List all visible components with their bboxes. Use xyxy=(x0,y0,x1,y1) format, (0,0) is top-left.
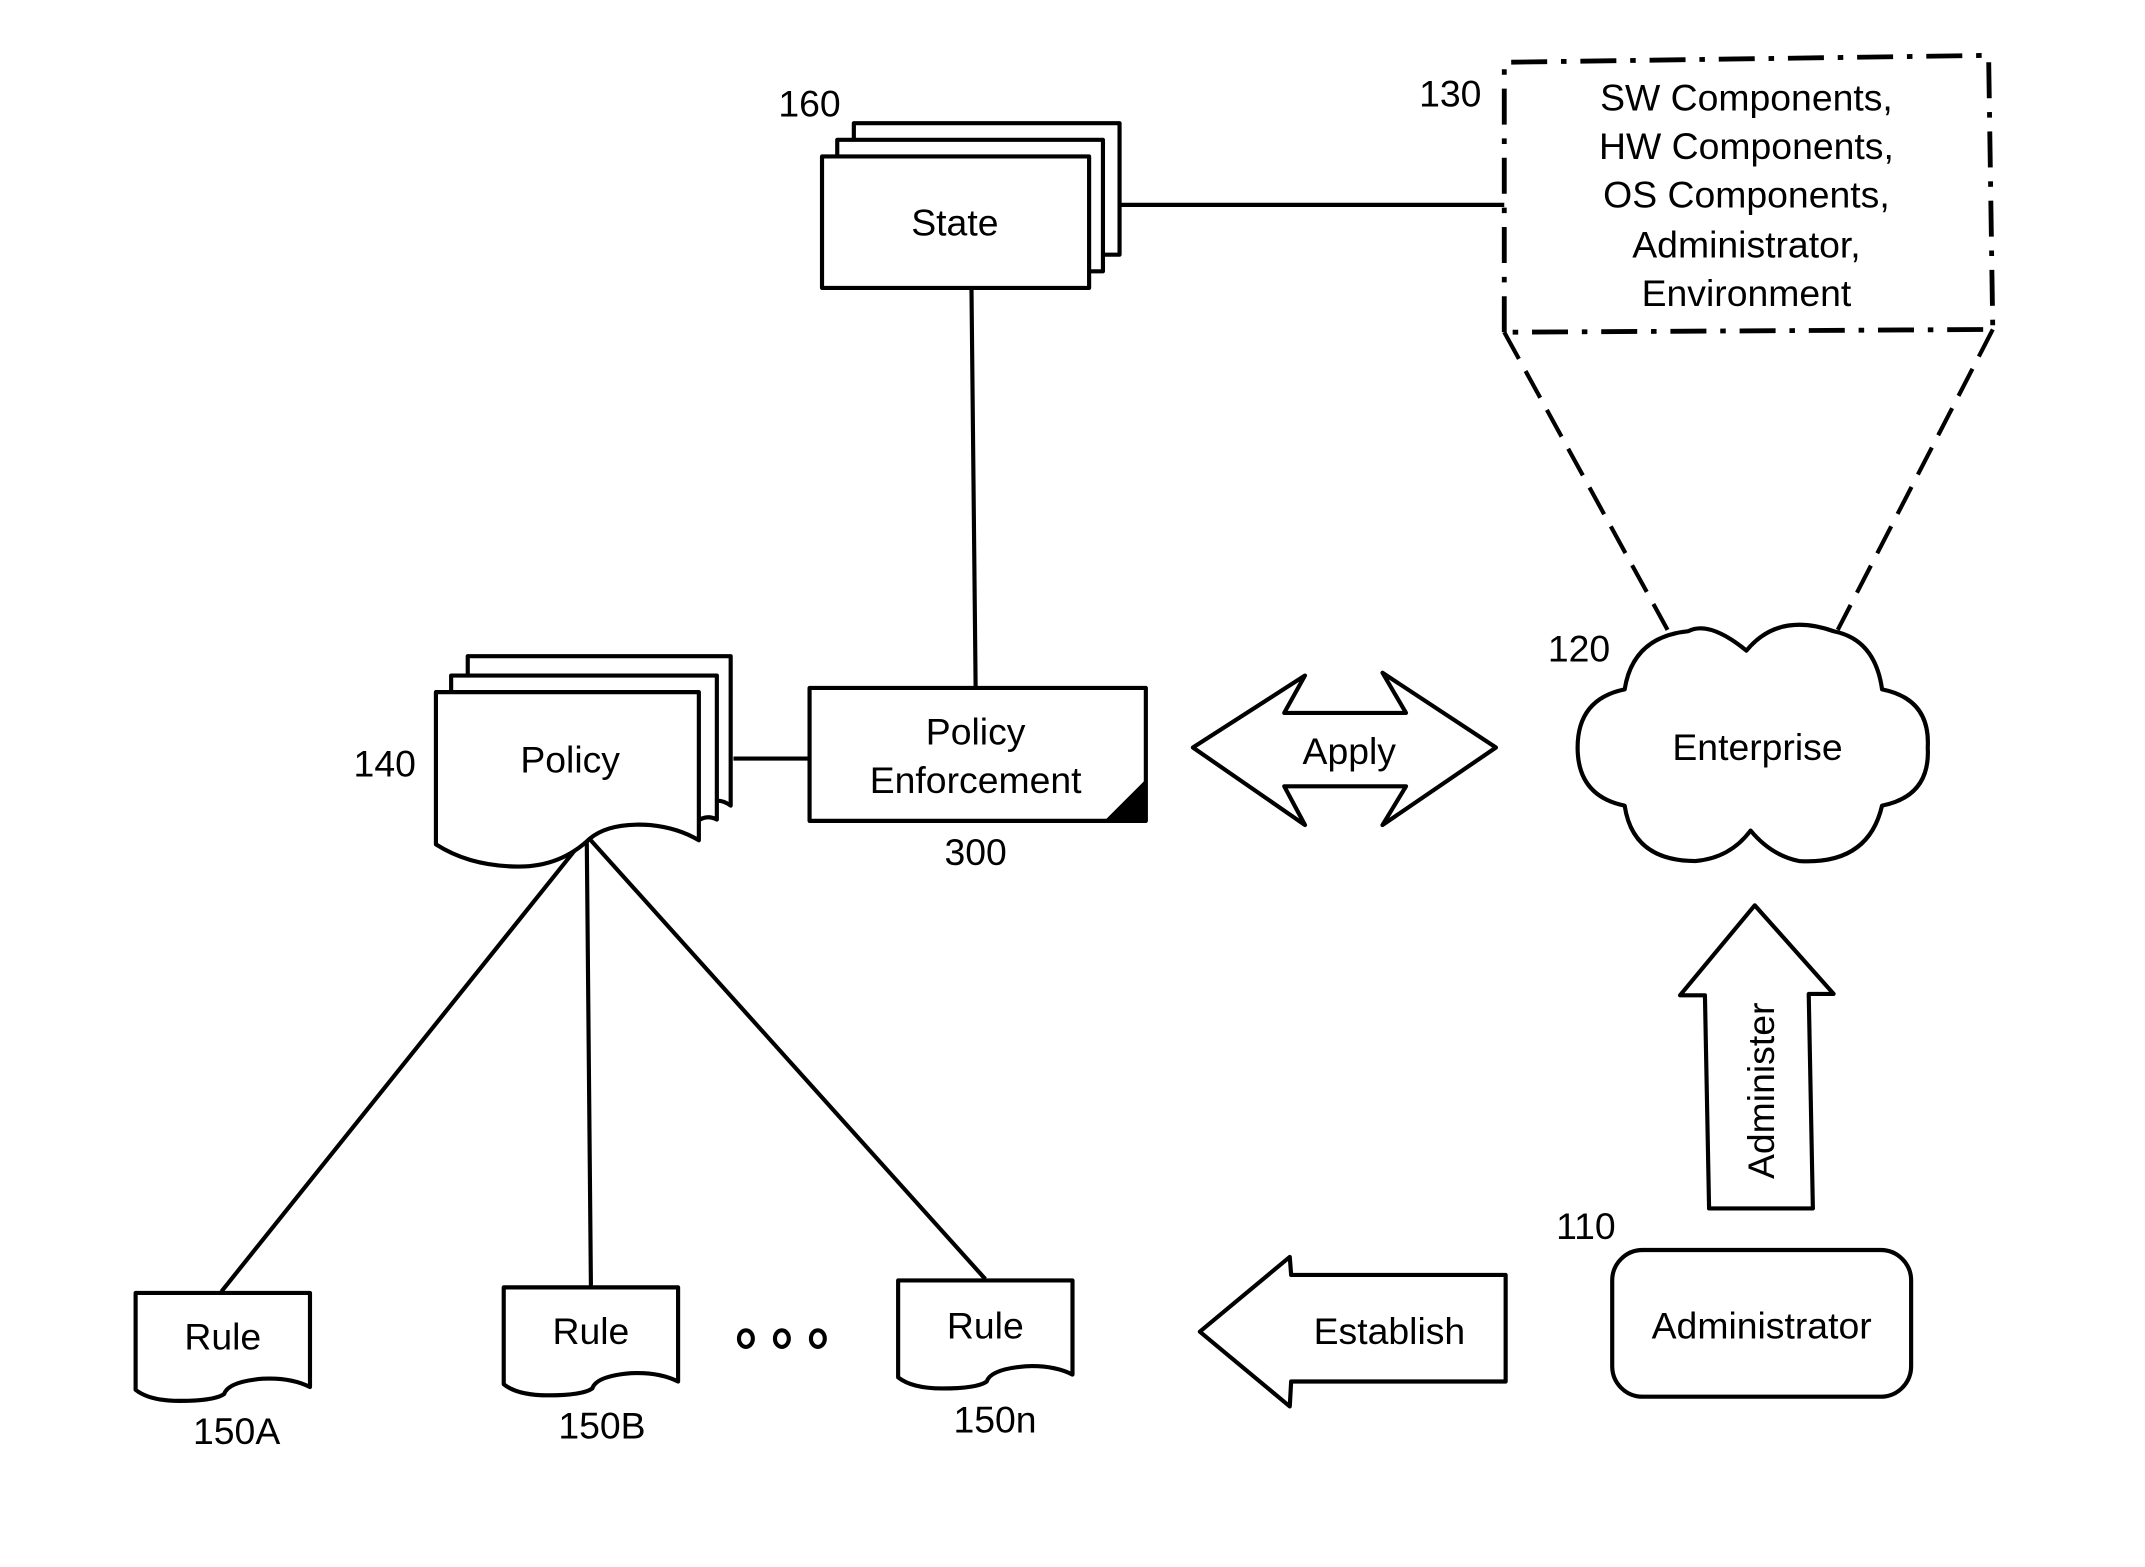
components-line-5: Environment xyxy=(1642,272,1852,314)
components-node[interactable]: SW Components, HW Components, OS Compone… xyxy=(1501,52,1996,335)
administrator-node[interactable]: Administrator xyxy=(1610,1247,1914,1399)
policy-enforcement-ref: 300 xyxy=(944,831,1006,873)
administer-arrow[interactable]: Administer xyxy=(1677,903,1836,1211)
components-line-2: HW Components, xyxy=(1599,125,1894,167)
policy-label: Policy xyxy=(520,738,620,780)
rule-150n-ref: 150n xyxy=(953,1399,1036,1441)
policy-enforcement-line-2: Enforcement xyxy=(870,759,1082,801)
rule-150a-ref: 150A xyxy=(193,1410,280,1452)
connector-components-enterprise-right xyxy=(1835,328,1995,631)
policy-enforcement-line-1: Policy xyxy=(926,711,1026,753)
administrator-label: Administrator xyxy=(1652,1305,1872,1347)
apply-arrow-label: Apply xyxy=(1303,730,1397,772)
administer-arrow-label: Administer xyxy=(1740,1003,1782,1180)
connector-policy-rule-150b xyxy=(584,838,593,1287)
state-label: State xyxy=(911,201,998,243)
rule-150n-label: Rule xyxy=(947,1305,1024,1347)
policy-node[interactable]: Policy xyxy=(433,654,733,869)
enterprise-node[interactable]: Enterprise xyxy=(1575,622,1930,864)
state-ref: 160 xyxy=(778,82,840,124)
components-line-1: SW Components, xyxy=(1600,77,1893,119)
enterprise-ref: 120 xyxy=(1548,628,1610,670)
components-line-4: Administrator, xyxy=(1632,223,1860,265)
components-line-3: OS Components, xyxy=(1603,174,1890,216)
components-ref: 130 xyxy=(1419,73,1481,115)
ellipsis-icon xyxy=(736,1328,827,1349)
policy-enforcement-node[interactable]: Policy Enforcement xyxy=(807,685,1148,823)
connector-policy-rule-150a xyxy=(219,837,586,1293)
rule-150b-ref: 150B xyxy=(558,1404,645,1446)
rule-150a-node[interactable]: Rule xyxy=(133,1290,313,1403)
establish-arrow[interactable]: Establish xyxy=(1197,1254,1508,1409)
apply-arrow[interactable]: Apply xyxy=(1190,670,1499,828)
rule-150n-node[interactable]: Rule xyxy=(896,1278,1075,1391)
policy-ref: 140 xyxy=(354,743,416,785)
rule-150b-node[interactable]: Rule xyxy=(501,1285,681,1398)
connector-state-enforcement xyxy=(969,287,978,689)
connector-components-enterprise-left xyxy=(1502,331,1670,631)
establish-arrow-label: Establish xyxy=(1314,1310,1466,1352)
connector-policy-rule-150n xyxy=(587,837,987,1281)
rule-150a-label: Rule xyxy=(184,1316,261,1358)
enterprise-label: Enterprise xyxy=(1672,726,1842,768)
diagram-canvas: State 160 SW Components, HW Components, … xyxy=(133,52,1996,1452)
state-node[interactable]: State xyxy=(819,121,1122,291)
administrator-ref: 110 xyxy=(1556,1205,1616,1247)
rule-150b-label: Rule xyxy=(552,1310,629,1352)
